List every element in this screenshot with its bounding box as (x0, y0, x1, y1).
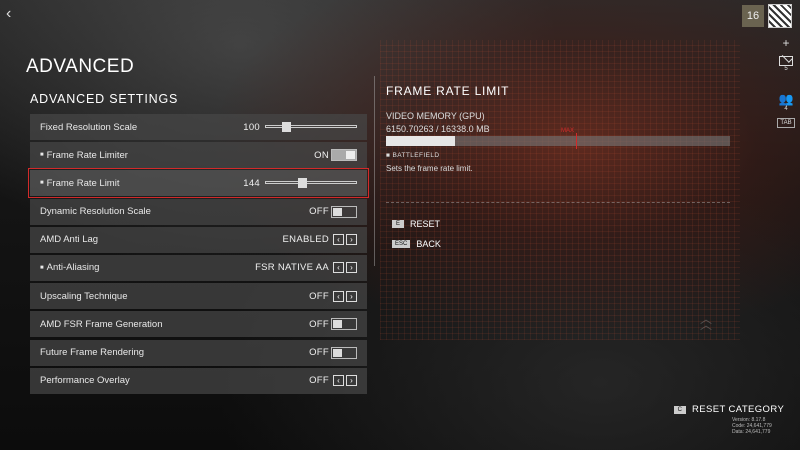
settings-list: Fixed Resolution Scale100Frame Rate Limi… (28, 114, 369, 396)
value-slider[interactable] (265, 178, 357, 189)
setting-row[interactable]: Dynamic Resolution Scale OFF (30, 198, 367, 225)
back-label: BACK (416, 239, 441, 249)
side-bar: + 5 👥 4 TAB (776, 36, 796, 128)
toggle-switch[interactable] (331, 318, 357, 331)
back-key-hint: ESC (392, 240, 411, 248)
plus-icon[interactable]: + (782, 36, 789, 50)
setting-row[interactable]: Frame Rate Limit144 (28, 168, 369, 199)
setting-description: Sets the frame rate limit. (386, 164, 473, 173)
video-memory-max-marker (576, 133, 577, 149)
toggle-knob (333, 207, 342, 216)
level-badge: 16 (742, 5, 764, 27)
setting-value: ENABLED (282, 234, 329, 246)
mail-icon[interactable] (779, 56, 793, 66)
reset-button[interactable]: E RESET (392, 219, 440, 229)
setting-value: ON (314, 149, 329, 161)
reset-category-key-hint: C (674, 405, 686, 414)
back-arrow-icon[interactable]: ‹ (6, 6, 22, 22)
option-arrows: ‹ › (333, 234, 357, 246)
toggle-knob (333, 348, 342, 357)
setting-value: 144 (243, 177, 260, 189)
reset-category-button[interactable]: C RESET CATEGORY (674, 404, 784, 415)
player-emblem-icon[interactable] (768, 4, 792, 28)
option-arrows: ‹ › (333, 290, 357, 302)
chevron-right-icon[interactable]: › (346, 375, 357, 387)
setting-value: 100 (243, 121, 260, 133)
option-arrows: ‹ › (333, 375, 357, 387)
video-memory-fill (386, 136, 455, 146)
setting-row[interactable]: Performance Overlay OFF ‹ › (30, 367, 367, 394)
video-memory-max-label: MAX (561, 128, 575, 134)
reset-key-hint: E (392, 220, 404, 228)
reset-label: RESET (410, 219, 441, 229)
chevron-left-icon[interactable]: ‹ (333, 375, 344, 387)
back-button[interactable]: ESC BACK (392, 239, 441, 249)
setting-row[interactable]: Future Frame Rendering OFF (30, 339, 367, 366)
setting-value: OFF (309, 318, 329, 330)
slider-track (265, 181, 357, 185)
setting-row[interactable]: Frame Rate LimiterON (30, 142, 367, 169)
toggle-knob (333, 320, 342, 329)
setting-row[interactable]: AMD FSR Frame Generation OFF (30, 311, 367, 338)
toggle-switch[interactable] (331, 346, 357, 359)
chevrons-decoration: ︿ ︿ (700, 312, 713, 332)
chevron-right-icon[interactable]: › (346, 262, 357, 274)
setting-row[interactable]: Fixed Resolution Scale 100 (30, 114, 367, 140)
tab-key-hint: TAB (777, 118, 795, 128)
slider-thumb[interactable] (298, 178, 307, 189)
friends-icon[interactable]: 👥 (779, 92, 794, 106)
section-title: ADVANCED SETTINGS (30, 92, 179, 106)
chevron-right-icon[interactable]: › (346, 234, 357, 246)
chevron-left-icon[interactable]: ‹ (333, 290, 344, 302)
setting-row[interactable]: Anti-AliasingFSR NATIVE AA‹› (30, 254, 367, 281)
value-slider[interactable] (265, 122, 357, 132)
version-info: Version: 8.17.8 Code: 24,641,779 Data: 2… (732, 417, 772, 435)
setting-value: OFF (309, 206, 329, 218)
chevron-left-icon[interactable]: ‹ (333, 262, 344, 274)
chevron-left-icon[interactable]: ‹ (333, 234, 344, 246)
reset-category-label: RESET CATEGORY (692, 404, 785, 415)
video-memory-bar (386, 133, 730, 149)
setting-value: OFF (309, 375, 329, 387)
slider-track (265, 125, 357, 128)
setting-value: OFF (309, 347, 329, 358)
setting-row[interactable]: AMD Anti Lag ENABLED ‹ › (30, 226, 367, 253)
panel-divider (374, 76, 375, 266)
page-title: ADVANCED (26, 56, 135, 77)
option-arrows: ‹ › (333, 262, 357, 274)
friends-count: 4 (784, 106, 788, 112)
video-memory-label: VIDEO MEMORY (GPU) (386, 111, 485, 121)
video-memory-value: 6150.70263 / 16338.0 MB (386, 124, 490, 134)
panel-separator (386, 202, 730, 204)
slider-thumb[interactable] (282, 122, 291, 132)
top-right-status: 16 (742, 4, 792, 28)
mail-count: 5 (784, 66, 788, 72)
setting-value: OFF (309, 290, 329, 302)
detail-title: FRAME RATE LIMIT (386, 84, 510, 98)
toggle-switch[interactable] (331, 149, 357, 162)
toggle-switch[interactable] (331, 205, 357, 218)
setting-row[interactable]: Upscaling Technique OFF ‹ › (30, 283, 367, 310)
game-tag: BATTLEFIELD (386, 152, 440, 159)
setting-value: FSR NATIVE AA (255, 262, 329, 274)
data-line: Data: 24,641,779 (732, 429, 771, 435)
toggle-knob (346, 151, 355, 160)
chevron-right-icon[interactable]: › (346, 290, 357, 302)
